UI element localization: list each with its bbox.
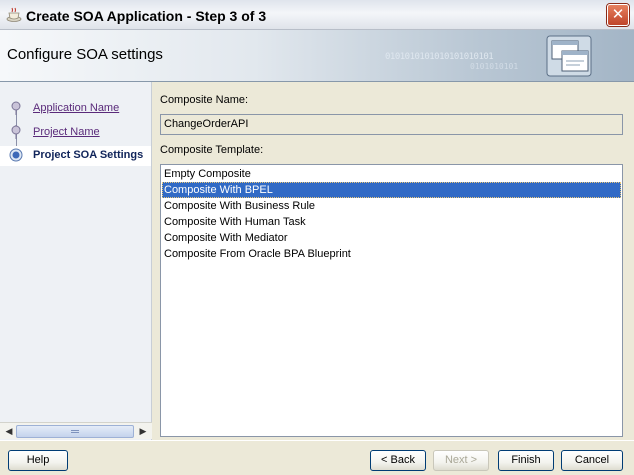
windows-stack-icon: [546, 35, 592, 77]
nav-step-label[interactable]: Project Name: [33, 126, 100, 138]
list-item-selected[interactable]: Composite With BPEL: [162, 182, 621, 198]
header-watermark: 0101010101010101010101: [385, 52, 494, 62]
composite-name-field[interactable]: ChangeOrderAPI: [160, 114, 623, 135]
next-button: Next >: [433, 450, 489, 471]
nav-step-label: Project SOA Settings: [33, 149, 144, 161]
settings-form: Composite Name: ChangeOrderAPI Composite…: [153, 82, 634, 440]
grip-icon: [71, 430, 79, 433]
visited-step-icon: [11, 101, 21, 115]
cancel-button[interactable]: Cancel: [561, 450, 623, 471]
close-icon: ✕: [611, 6, 625, 23]
composite-template-list[interactable]: Empty Composite Composite With BPEL Comp…: [160, 164, 623, 437]
steps-horizontal-scrollbar[interactable]: ◀ ▶: [0, 422, 152, 439]
back-button[interactable]: < Back: [370, 450, 426, 471]
button-bar: Help < Back Next > Finish Cancel: [0, 440, 634, 475]
page-title: Configure SOA settings: [7, 46, 163, 63]
coffee-cup-icon: [6, 7, 22, 22]
nav-step-project-name[interactable]: Project Name: [0, 123, 151, 143]
current-step-icon: [9, 148, 23, 162]
scroll-left-icon[interactable]: ◀: [2, 425, 16, 438]
list-item[interactable]: Composite From Oracle BPA Blueprint: [162, 246, 621, 262]
help-button[interactable]: Help: [8, 450, 68, 471]
list-item[interactable]: Composite With Human Task: [162, 214, 621, 230]
header-watermark-2: 0101010101: [470, 62, 519, 71]
visited-step-icon: [11, 125, 21, 139]
composite-name-label: Composite Name:: [160, 94, 249, 106]
list-item[interactable]: Composite With Mediator: [162, 230, 621, 246]
nav-step-project-soa-settings[interactable]: Project SOA Settings: [0, 146, 151, 166]
nav-step-label[interactable]: Application Name: [33, 102, 119, 114]
list-item[interactable]: Composite With Business Rule: [162, 198, 621, 214]
window-title: Create SOA Application - Step 3 of 3: [26, 8, 267, 24]
finish-button[interactable]: Finish: [498, 450, 554, 471]
scroll-right-icon[interactable]: ▶: [136, 425, 150, 438]
wizard-steps-panel: Application Name Project Name Project SO…: [0, 82, 152, 440]
title-bar: Create SOA Application - Step 3 of 3 ✕: [0, 0, 634, 30]
nav-step-application-name[interactable]: Application Name: [0, 99, 151, 119]
close-button[interactable]: ✕: [607, 4, 629, 26]
wizard-header: Configure SOA settings 01010101010101010…: [0, 30, 634, 82]
list-item[interactable]: Empty Composite: [162, 166, 621, 182]
composite-template-label: Composite Template:: [160, 144, 264, 156]
scrollbar-thumb[interactable]: [16, 425, 134, 438]
